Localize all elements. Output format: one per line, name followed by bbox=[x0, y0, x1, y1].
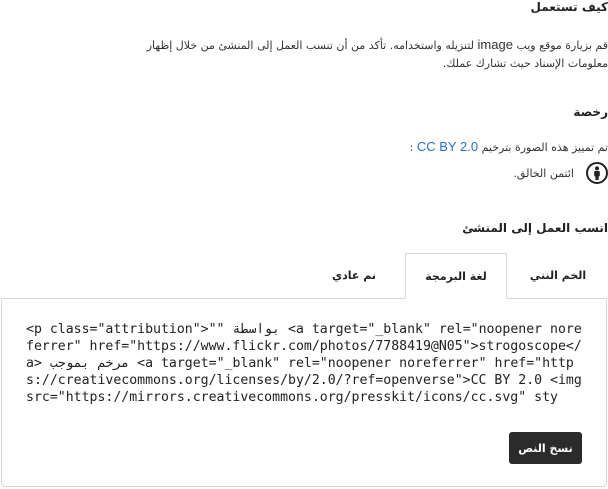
license-link[interactable]: CC BY 2.0 bbox=[417, 139, 478, 154]
how-to-use-line1-prefix: قم بزيارة موقع ويب bbox=[516, 39, 608, 52]
license-heading: رخصة bbox=[573, 105, 608, 119]
license-text: تم تمييز هذه الصورة بترخيم bbox=[481, 141, 608, 154]
license-colon: : bbox=[409, 141, 414, 154]
code-panel: <p class="attribution">"" بواسطة <a targ… bbox=[1, 298, 607, 487]
how-to-use-paragraph: قم بزيارة موقع ويب image لتنزيله واستخدا… bbox=[28, 36, 608, 73]
tab-html[interactable]: لغة البرمجة bbox=[405, 253, 507, 299]
copy-text-button[interactable]: نسخ النص bbox=[509, 432, 582, 464]
attribution-tabs: الخم النني لغة البرمجة نم عادي bbox=[0, 253, 608, 299]
credit-row: ائتمن الخالق. bbox=[513, 162, 608, 184]
how-to-use-line1-suffix: لتنزيله واستخدامه. تأكد من أن تنسب العمل… bbox=[146, 39, 475, 52]
image-link[interactable]: image bbox=[478, 37, 513, 52]
how-to-use-heading: كيف تستعمل bbox=[530, 0, 608, 14]
tab-rich-text[interactable]: الخم النني bbox=[508, 253, 608, 298]
license-paragraph: تم تمييز هذه الصورة بترخيم CC BY 2.0 : bbox=[410, 138, 608, 157]
credit-text: ائتمن الخالق. bbox=[513, 166, 574, 180]
by-attribution-icon bbox=[586, 162, 608, 184]
tab-plain-text[interactable]: نم عادي bbox=[304, 253, 404, 298]
how-to-use-line2: معلومات الإسناد حيث تشارك عملك. bbox=[442, 57, 608, 70]
attribution-heading: انسب العمل إلى المنشئ bbox=[462, 221, 608, 235]
attribution-code[interactable]: <p class="attribution">"" بواسطة <a targ… bbox=[26, 321, 582, 406]
